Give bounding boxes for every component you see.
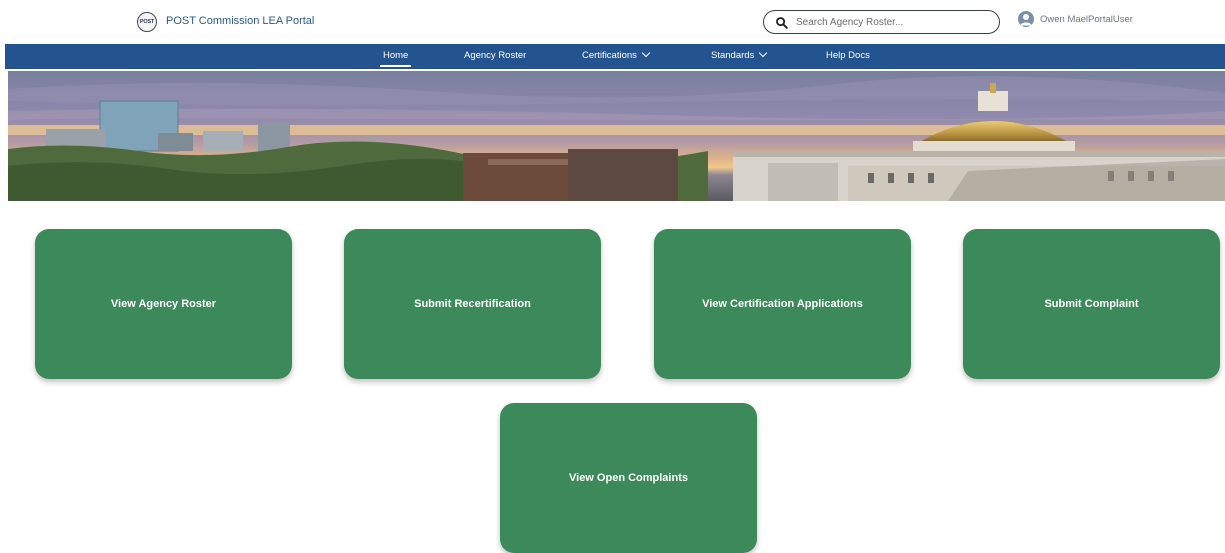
tile-label: Submit Recertification bbox=[414, 298, 531, 310]
site-header: POST POST Commission LEA Portal Owen Mae… bbox=[0, 0, 1225, 44]
nav-standards-label: Standards bbox=[711, 50, 755, 61]
nav-home-label: Home bbox=[383, 50, 409, 61]
tile-view-open-complaints[interactable]: View Open Complaints bbox=[500, 403, 757, 553]
tile-view-agency-roster[interactable]: View Agency Roster bbox=[35, 229, 292, 379]
nav-help-docs[interactable]: Help Docs bbox=[826, 44, 870, 69]
tile-label: View Open Complaints bbox=[569, 472, 688, 484]
tile-label: View Certification Applications bbox=[702, 298, 863, 310]
chevron-down-icon bbox=[759, 48, 768, 58]
hero-banner-image bbox=[8, 71, 1225, 201]
search-input[interactable] bbox=[794, 14, 994, 31]
logo-text: POST bbox=[139, 19, 155, 25]
post-logo[interactable]: POST bbox=[137, 12, 157, 32]
portal-title[interactable]: POST Commission LEA Portal bbox=[166, 15, 314, 27]
nav-certifications-label: Certifications bbox=[582, 50, 637, 61]
nav-standards[interactable]: Standards bbox=[711, 44, 768, 69]
nav-agency-roster-label: Agency Roster bbox=[464, 50, 527, 61]
tile-label: Submit Complaint bbox=[1044, 298, 1139, 310]
nav-help-docs-label: Help Docs bbox=[826, 50, 870, 61]
search-box[interactable] bbox=[763, 10, 1000, 34]
nav-home[interactable]: Home bbox=[379, 44, 412, 69]
tile-submit-complaint[interactable]: Submit Complaint bbox=[963, 229, 1220, 379]
user-avatar-icon[interactable] bbox=[1018, 11, 1034, 27]
nav-certifications[interactable]: Certifications bbox=[582, 44, 651, 69]
tile-submit-recertification[interactable]: Submit Recertification bbox=[344, 229, 601, 379]
person-icon bbox=[1020, 14, 1032, 26]
user-name[interactable]: Owen MaelPortalUser bbox=[1040, 14, 1133, 25]
tile-view-certification-applications[interactable]: View Certification Applications bbox=[654, 229, 911, 379]
main-nav: Home Agency Roster Certifications Standa… bbox=[5, 44, 1225, 69]
chevron-down-icon bbox=[641, 48, 651, 58]
tile-label: View Agency Roster bbox=[110, 298, 217, 310]
search-icon bbox=[776, 17, 788, 29]
nav-agency-roster[interactable]: Agency Roster bbox=[464, 44, 526, 69]
